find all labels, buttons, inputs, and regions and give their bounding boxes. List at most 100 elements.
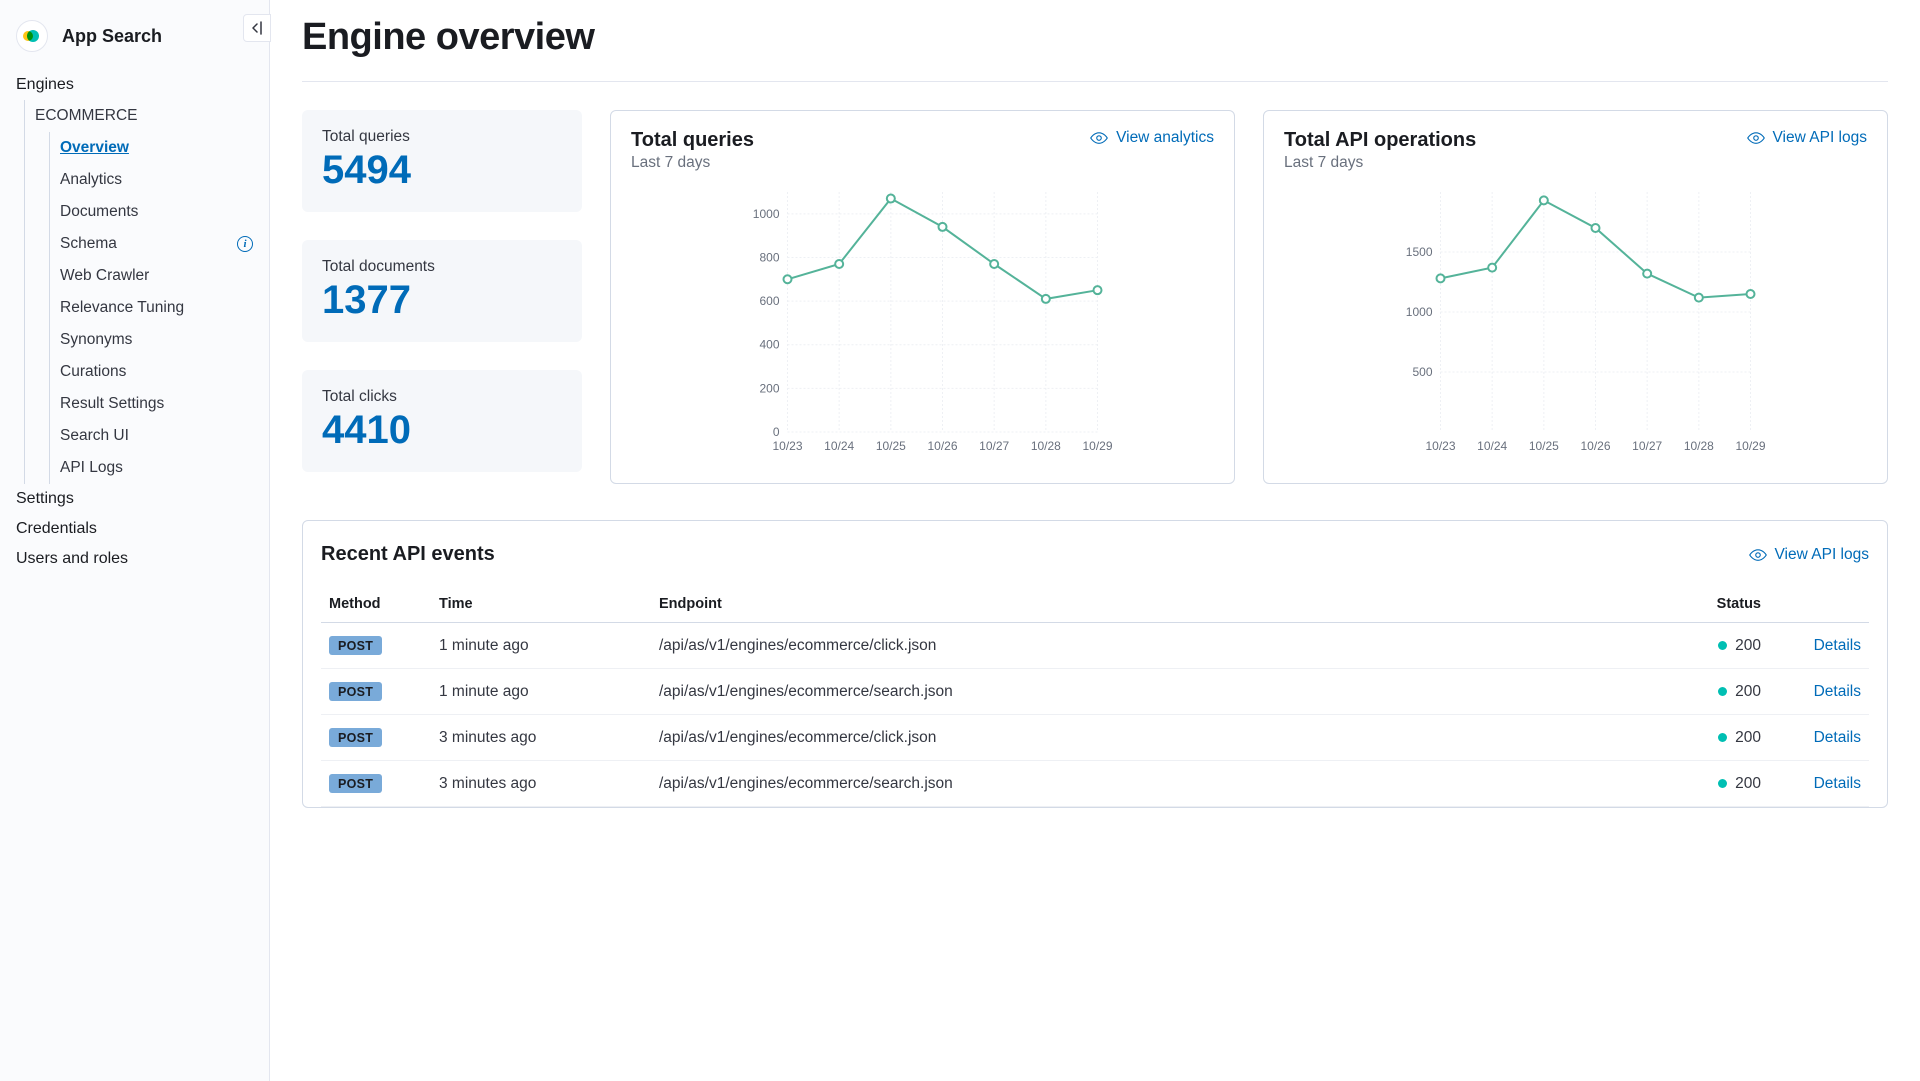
svg-text:10/28: 10/28 [1031,439,1061,453]
table-row: POST 1 minute ago/api/as/v1/engines/ecomm… [321,623,1869,669]
sidebar-item-search-ui[interactable]: Search UI [50,420,269,452]
event-status: 200 [1649,715,1769,761]
event-endpoint: /api/as/v1/engines/ecommerce/click.json [651,715,1649,761]
event-status: 200 [1649,761,1769,807]
chart-title: Total queries [631,129,754,152]
nav-users-and-roles[interactable]: Users and roles [0,544,269,574]
svg-text:10/23: 10/23 [772,439,802,453]
svg-text:10/27: 10/27 [1632,439,1662,453]
sidebar-item-schema[interactable]: Schemai [50,228,269,260]
svg-text:0: 0 [773,425,780,439]
sidebar-item-label: Analytics [60,171,122,189]
svg-text:10/29: 10/29 [1082,439,1112,453]
status-dot-icon [1718,779,1727,788]
svg-text:10/28: 10/28 [1684,439,1714,453]
svg-text:10/24: 10/24 [824,439,854,453]
sidebar-item-web-crawler[interactable]: Web Crawler [50,260,269,292]
stat-label: Total clicks [322,388,562,406]
svg-text:10/29: 10/29 [1735,439,1765,453]
method-badge: POST [329,774,382,793]
svg-text:600: 600 [759,294,779,308]
event-status: 200 [1649,623,1769,669]
svg-text:200: 200 [759,381,779,395]
stat-card-clicks: Total clicks 4410 [302,370,582,472]
chart-subtitle: Last 7 days [631,154,754,172]
col-time[interactable]: Time [431,586,651,623]
event-time: 3 minutes ago [431,715,651,761]
svg-text:10/24: 10/24 [1477,439,1507,453]
method-badge: POST [329,636,382,655]
sidebar-item-analytics[interactable]: Analytics [50,164,269,196]
event-endpoint: /api/as/v1/engines/ecommerce/click.json [651,623,1649,669]
view-api-logs-link[interactable]: View API logs [1747,129,1868,147]
svg-text:1000: 1000 [753,207,780,221]
chart-card-api: Total API operations Last 7 days View AP… [1263,110,1888,484]
collapse-sidebar-button[interactable] [243,14,271,42]
sidebar-item-relevance-tuning[interactable]: Relevance Tuning [50,292,269,324]
sidebar-item-label: Synonyms [60,331,132,349]
stat-label: Total queries [322,128,562,146]
sidebar-item-label: Overview [60,139,129,157]
event-endpoint: /api/as/v1/engines/ecommerce/search.json [651,669,1649,715]
details-link[interactable]: Details [1814,729,1861,746]
sidebar-item-curations[interactable]: Curations [50,356,269,388]
queries-chart: 0200400600800100010/2310/2410/2510/2610/… [631,182,1214,462]
recent-api-events: Recent API events View API logs Method T… [302,520,1888,808]
sidebar-item-documents[interactable]: Documents [50,196,269,228]
events-title: Recent API events [321,543,495,566]
sidebar-item-label: Search UI [60,427,129,445]
method-badge: POST [329,728,382,747]
nav-engines[interactable]: Engines [0,70,269,100]
sidebar-item-label: Result Settings [60,395,164,413]
sidebar-item-overview[interactable]: Overview [50,132,269,164]
eye-icon [1749,546,1767,564]
svg-text:400: 400 [759,338,779,352]
stat-card-documents: Total documents 1377 [302,240,582,342]
api-chart: 5001000150010/2310/2410/2510/2610/2710/2… [1284,182,1867,462]
details-link[interactable]: Details [1814,637,1861,654]
sidebar: App Search Engines ECOMMERCE Overview Ana… [0,0,270,1081]
event-endpoint: /api/as/v1/engines/ecommerce/search.json [651,761,1649,807]
status-dot-icon [1718,641,1727,650]
chart-subtitle: Last 7 days [1284,154,1476,172]
svg-text:10/26: 10/26 [1580,439,1610,453]
svg-text:10/25: 10/25 [1529,439,1559,453]
app-logo-icon [16,20,48,52]
collapse-icon [249,20,265,36]
svg-text:1000: 1000 [1406,305,1433,319]
col-method[interactable]: Method [321,586,431,623]
page-title: Engine overview [302,16,1888,82]
nav-credentials[interactable]: Credentials [0,514,269,544]
app-title: App Search [62,26,162,47]
sidebar-item-result-settings[interactable]: Result Settings [50,388,269,420]
status-dot-icon [1718,733,1727,742]
sidebar-item-label: Documents [60,203,138,221]
event-time: 1 minute ago [431,669,651,715]
view-api-logs-link-2[interactable]: View API logs [1749,546,1870,564]
col-endpoint[interactable]: Endpoint [651,586,1649,623]
sidebar-item-label: Curations [60,363,126,381]
table-row: POST3 minutes ago/api/as/v1/engines/ecom… [321,761,1869,807]
event-time: 1 minute ago [431,623,651,669]
stat-label: Total documents [322,258,562,276]
chart-card-queries: Total queries Last 7 days View analytics… [610,110,1235,484]
sidebar-item-api-logs[interactable]: API Logs [50,452,269,484]
details-link[interactable]: Details [1814,775,1861,792]
nav-settings[interactable]: Settings [0,484,269,514]
api-events-table: Method Time Endpoint Status POST 1 minute… [321,586,1869,807]
sidebar-item-label: Relevance Tuning [60,299,184,317]
view-analytics-link[interactable]: View analytics [1090,129,1214,147]
table-row: POST 3 minutes ago/api/as/v1/engines/ecom… [321,715,1869,761]
eye-icon [1747,129,1765,147]
stat-value: 5494 [322,148,562,192]
event-status: 200 [1649,669,1769,715]
svg-text:800: 800 [759,250,779,264]
svg-text:10/26: 10/26 [927,439,957,453]
svg-text:1500: 1500 [1406,245,1433,259]
sidebar-item-synonyms[interactable]: Synonyms [50,324,269,356]
stat-value: 1377 [322,278,562,322]
info-icon[interactable]: i [237,236,253,252]
nav-engine-name[interactable]: ECOMMERCE [25,100,269,132]
details-link[interactable]: Details [1814,683,1861,700]
col-status[interactable]: Status [1649,586,1769,623]
